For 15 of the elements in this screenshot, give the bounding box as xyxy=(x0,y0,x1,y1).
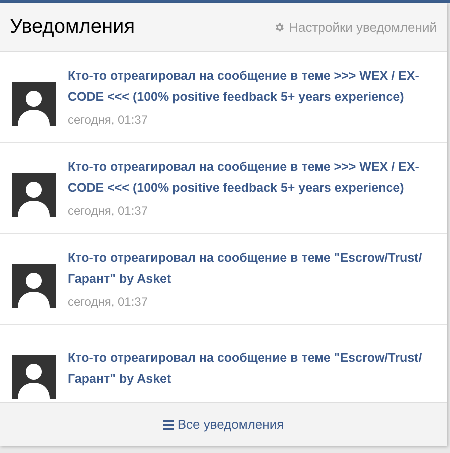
avatar xyxy=(12,82,56,126)
notification-link[interactable]: Кто-то отреагировал на сообщение в теме "Escrow/Trust/Гарант" by Asket xyxy=(68,348,427,390)
notification-link[interactable]: Кто-то отреагировал на сообщение в теме >>> WEX / EX-CODE <<< (100% positive feedback 5+ years experience) xyxy=(68,157,427,199)
notification-link[interactable]: Кто-то отреагировал на сообщение в теме >>> WEX / EX-CODE <<< (100% positive feedback 5+ years experience) xyxy=(68,66,427,108)
notification-time: сегодня, 01:37 xyxy=(68,112,150,129)
menu-icon xyxy=(162,420,174,430)
avatar xyxy=(12,173,56,217)
notification-link[interactable]: Кто-то отреагировал на сообщение в теме "Escrow/Trust/Гарант" by Asket xyxy=(68,248,427,290)
all-notifications-link[interactable]: Все уведомления xyxy=(0,402,447,446)
avatar xyxy=(12,355,56,399)
popup-title: Уведомления xyxy=(10,16,136,38)
notification-time: сегодня, 01:37 xyxy=(68,203,150,220)
settings-icon xyxy=(274,22,286,32)
notification-time: сегодня, 01:37 xyxy=(68,294,150,311)
avatar xyxy=(12,264,56,308)
